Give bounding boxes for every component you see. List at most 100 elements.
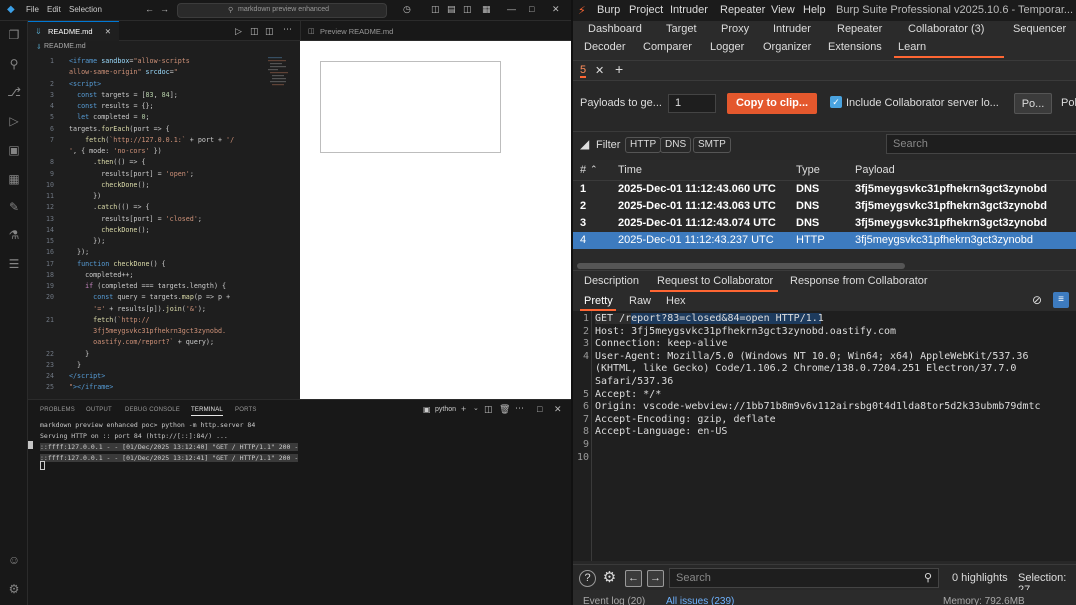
run-debug-icon[interactable]: ▷ <box>6 113 22 129</box>
toggle-sidebar-icon[interactable]: ◫ <box>431 4 440 15</box>
tab-output[interactable]: OUTPUT <box>86 407 112 413</box>
tab-ports[interactable]: PORTS <box>235 407 257 413</box>
tab-request-to-collaborator[interactable]: Request to Collaborator <box>657 275 773 287</box>
toggle-secondary-icon[interactable]: ◫ <box>463 4 472 15</box>
chat-icon[interactable]: ✎ <box>6 199 22 215</box>
tab-logger[interactable]: Logger <box>710 41 744 53</box>
table-search-input[interactable]: Search <box>886 134 1076 154</box>
tab-organizer[interactable]: Organizer <box>763 41 811 53</box>
filter-smtp-chip[interactable]: SMTP <box>693 137 731 153</box>
wrap-lines-icon[interactable]: ≡ <box>1053 292 1069 308</box>
payloads-count-input[interactable]: 1 <box>668 94 716 113</box>
settings-gear-icon[interactable]: ⚙ <box>6 581 22 597</box>
minimize-icon[interactable]: — <box>507 4 516 14</box>
col-payload[interactable]: Payload <box>855 164 895 176</box>
next-arrow-icon[interactable]: → <box>647 570 664 587</box>
tab-comparer[interactable]: Comparer <box>643 41 692 53</box>
all-issues-link[interactable]: All issues (239) <box>666 596 734 605</box>
subtab-5[interactable]: 5 <box>580 64 587 78</box>
code-editor[interactable]: 1 <iframe sandbox="allow-scripts allow-sam… <box>28 55 300 398</box>
tab-description[interactable]: Description <box>584 275 639 287</box>
table-row[interactable]: 4 2025-Dec-01 11:12:43.237 UTC HTTP 3fj5mey… <box>573 232 1076 249</box>
remote-explorer-icon[interactable]: ▣ <box>6 142 22 158</box>
col-number[interactable]: # <box>580 164 586 176</box>
menu-intruder[interactable]: Intruder <box>670 4 708 16</box>
menu-selection[interactable]: Selection <box>69 5 102 14</box>
filter-dns-chip[interactable]: DNS <box>660 137 692 153</box>
source-control-icon[interactable]: ⎇ <box>6 84 22 100</box>
menu-file[interactable]: File <box>26 5 39 14</box>
tab-target[interactable]: Target <box>666 23 697 35</box>
back-arrow-icon[interactable]: ← <box>145 4 154 14</box>
tab-problems[interactable]: PROBLEMS <box>40 407 75 413</box>
run-icon[interactable]: ▷ <box>235 26 242 37</box>
outline-icon[interactable]: ☰ <box>6 256 22 272</box>
menu-project[interactable]: Project <box>629 4 663 16</box>
menu-view[interactable]: View <box>771 4 795 16</box>
tab-raw[interactable]: Raw <box>629 295 651 307</box>
tab-sequencer[interactable]: Sequencer <box>1013 23 1066 35</box>
split-editor-icon[interactable]: ◫ <box>265 26 274 37</box>
explorer-icon[interactable]: ❐ <box>6 27 22 43</box>
split-terminal-icon[interactable]: ◫ <box>484 404 493 415</box>
tab-proxy[interactable]: Proxy <box>721 23 749 35</box>
maximize-icon[interactable]: □ <box>529 4 534 14</box>
tab-close-icon[interactable]: ✕ <box>105 27 111 36</box>
breadcrumb-file[interactable]: README.md <box>44 43 86 50</box>
tab-hex[interactable]: Hex <box>666 295 686 307</box>
table-row[interactable]: 3 2025-Dec-01 11:12:43.074 UTC DNS 3fj5meyg… <box>573 215 1076 232</box>
account-icon[interactable]: ☺ <box>6 552 22 568</box>
tab-preview[interactable]: ◫ Preview README.md <box>301 21 401 41</box>
search-view-icon[interactable]: ⚲ <box>6 56 22 72</box>
previous-arrow-icon[interactable]: ← <box>625 570 642 587</box>
tab-collaborator[interactable]: Collaborator (3) <box>908 23 984 35</box>
col-time[interactable]: Time <box>618 164 642 176</box>
close-panel-icon[interactable]: ✕ <box>554 404 562 415</box>
tab-dashboard[interactable]: Dashboard <box>588 23 642 35</box>
menu-help[interactable]: Help <box>803 4 826 16</box>
tab-decoder[interactable]: Decoder <box>584 41 626 53</box>
menu-repeater[interactable]: Repeater <box>720 4 765 16</box>
add-subtab-icon[interactable]: + <box>615 61 623 77</box>
menu-edit[interactable]: Edit <box>47 5 61 14</box>
copy-to-clipboard-button[interactable]: Copy to clip... <box>727 93 817 114</box>
request-viewer[interactable]: 1 GET /report?83=closed&84=open HTTP/1.1 2… <box>573 311 1076 561</box>
maximize-panel-icon[interactable]: □ <box>537 404 542 414</box>
tab-extensions[interactable]: Extensions <box>828 41 882 53</box>
table-row[interactable]: 2 2025-Dec-01 11:12:43.063 UTC DNS 3fj5meyg… <box>573 198 1076 215</box>
hide-icon[interactable]: ⊘ <box>1032 293 1042 307</box>
close-icon[interactable]: ✕ <box>552 4 560 15</box>
minimap[interactable] <box>268 55 290 95</box>
command-center-search[interactable]: ⚲ markdown preview enhanced <box>177 3 387 18</box>
settings-gear-icon[interactable]: ⚙ <box>601 570 618 587</box>
open-preview-icon[interactable]: ◫ <box>250 26 259 37</box>
table-row[interactable]: 1 2025-Dec-01 11:12:43.060 UTC DNS 3fj5meyg… <box>573 181 1076 198</box>
chevron-down-icon[interactable]: ⌄ <box>473 404 479 412</box>
more-actions-icon[interactable]: ⋯ <box>283 24 292 35</box>
extensions-icon[interactable]: ▦ <box>6 171 22 187</box>
tab-readme[interactable]: ⇓ README.md ✕ <box>28 21 119 41</box>
tab-repeater[interactable]: Repeater <box>837 23 882 35</box>
event-log-link[interactable]: Event log (20) <box>583 596 645 605</box>
close-subtab-icon[interactable]: ✕ <box>595 64 604 77</box>
testing-icon[interactable]: ⚗ <box>6 227 22 243</box>
terminal[interactable]: markdown preview enhanced poc> python -m… <box>28 419 571 605</box>
tab-terminal[interactable]: TERMINAL <box>191 407 223 416</box>
tab-debug-console[interactable]: DEBUG CONSOLE <box>125 407 180 413</box>
more-icon[interactable]: ⋯ <box>515 403 524 414</box>
terminal-label[interactable]: python <box>435 406 456 413</box>
table-horizontal-scrollbar[interactable] <box>573 262 1076 270</box>
poll-now-button[interactable]: Po... <box>1014 93 1052 114</box>
tab-learn[interactable]: Learn <box>898 41 926 53</box>
col-type[interactable]: Type <box>796 164 820 176</box>
menu-burp[interactable]: Burp <box>597 4 620 16</box>
filter-http-chip[interactable]: HTTP <box>625 137 662 153</box>
include-server-checkbox[interactable]: ✓ <box>830 96 842 108</box>
copilot-icon[interactable]: ◷ <box>403 4 411 15</box>
filter-icon[interactable]: ◢ <box>580 137 589 151</box>
layout-icon[interactable]: ▦ <box>482 4 491 15</box>
tab-intruder[interactable]: Intruder <box>773 23 811 35</box>
new-terminal-icon[interactable]: + <box>461 404 466 414</box>
forward-arrow-icon[interactable]: → <box>160 4 169 14</box>
request-search-input[interactable]: Search ⚲ <box>669 568 939 588</box>
